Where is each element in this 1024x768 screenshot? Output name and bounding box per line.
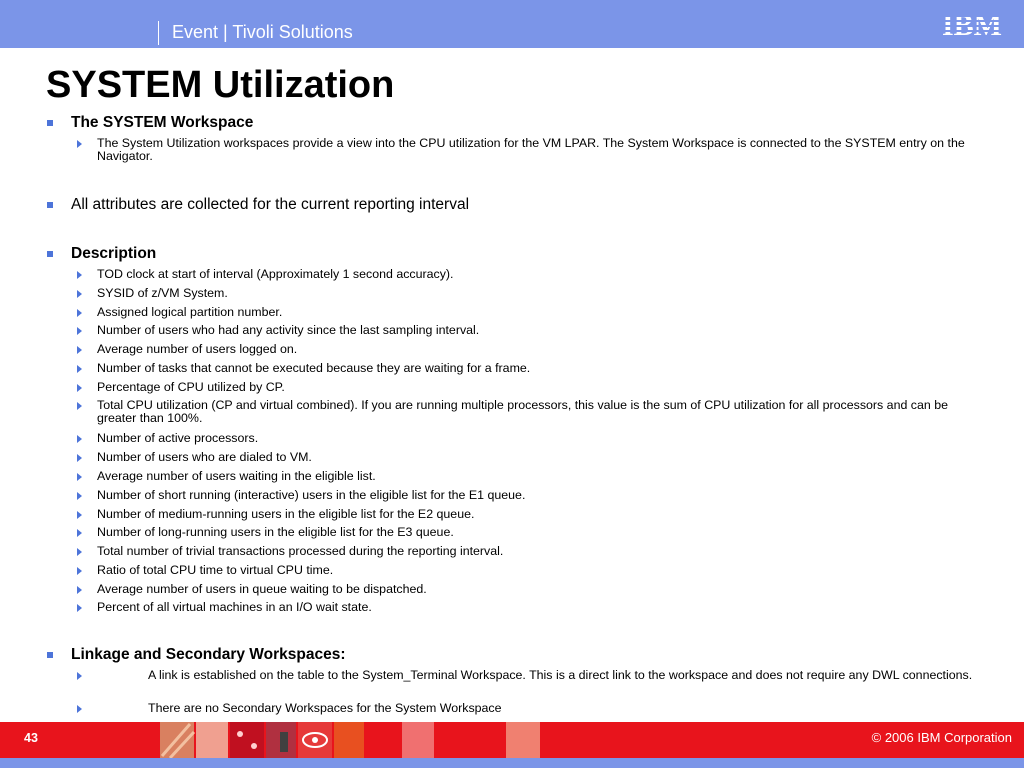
attributes-text: All attributes are collected for the cur… xyxy=(71,196,470,213)
list-item: Average number of users logged on. xyxy=(77,342,977,356)
list-item: SYSID of z/VM System. xyxy=(77,286,977,300)
list-item: Average number of users waiting in the e… xyxy=(77,469,977,483)
list-item: Total number of trivial transactions pro… xyxy=(77,544,977,558)
triangle-bullet-icon xyxy=(77,384,82,392)
list-item: Number of medium-running users in the el… xyxy=(77,507,977,521)
triangle-bullet-icon xyxy=(77,473,82,481)
attributes-item: All attributes are collected for the cur… xyxy=(47,196,1001,214)
list-item-text: Ratio of total CPU time to virtual CPU t… xyxy=(97,563,334,577)
list-item-text: Number of long-running users in the elig… xyxy=(97,525,454,539)
triangle-bullet-icon xyxy=(77,529,82,537)
triangle-bullet-icon xyxy=(77,548,82,556)
footer-strip xyxy=(0,758,1024,768)
triangle-bullet-icon xyxy=(77,435,82,443)
list-item-text: There are no Secondary Workspaces for th… xyxy=(148,701,502,715)
description-heading: Description xyxy=(47,245,1001,263)
list-item: Number of short running (interactive) us… xyxy=(77,488,977,502)
linkage-heading: Linkage and Secondary Workspaces: xyxy=(47,646,1001,664)
footer-image-strip xyxy=(160,722,540,758)
header-title: Event | Tivoli Solutions xyxy=(172,22,353,42)
list-item: Percent of all virtual machines in an I/… xyxy=(77,600,977,614)
triangle-bullet-icon xyxy=(77,604,82,612)
workspace-heading-text: The SYSTEM Workspace xyxy=(71,114,254,131)
list-item: TOD clock at start of interval (Approxim… xyxy=(77,267,977,281)
square-bullet-icon xyxy=(47,652,53,658)
triangle-bullet-icon xyxy=(77,140,82,148)
workspace-text: The System Utilization workspaces provid… xyxy=(77,136,977,164)
square-bullet-icon xyxy=(47,202,53,208)
triangle-bullet-icon xyxy=(77,705,82,713)
header-separator xyxy=(158,21,159,45)
list-item: Number of tasks that cannot be executed … xyxy=(77,361,977,375)
list-item: Number of long-running users in the elig… xyxy=(77,525,977,539)
triangle-bullet-icon xyxy=(77,327,82,335)
triangle-bullet-icon xyxy=(77,402,82,410)
list-item-text: A link is established on the table to th… xyxy=(148,668,973,682)
list-item-text: Number of users who are dialed to VM. xyxy=(97,450,312,464)
list-item: Total CPU utilization (CP and virtual co… xyxy=(77,398,977,426)
list-item: Assigned logical partition number. xyxy=(77,305,977,319)
list-item-text: Assigned logical partition number. xyxy=(97,305,283,319)
list-item: A link is established on the table to th… xyxy=(77,668,977,682)
triangle-bullet-icon xyxy=(77,365,82,373)
square-bullet-icon xyxy=(47,251,53,257)
triangle-bullet-icon xyxy=(77,290,82,298)
list-item: Ratio of total CPU time to virtual CPU t… xyxy=(77,563,977,577)
copyright-text: © 2006 IBM Corporation xyxy=(871,730,1012,745)
list-item-text: Average number of users logged on. xyxy=(97,342,298,356)
list-item: Percentage of CPU utilized by CP. xyxy=(77,380,977,394)
list-item-text: Percentage of CPU utilized by CP. xyxy=(97,380,285,394)
list-item-text: Average number of users in queue waiting… xyxy=(97,582,427,596)
list-item-text: Number of medium-running users in the el… xyxy=(97,507,475,521)
triangle-bullet-icon xyxy=(77,454,82,462)
square-bullet-icon xyxy=(47,120,53,126)
list-item-text: Total CPU utilization (CP and virtual co… xyxy=(97,398,948,426)
list-item-text: TOD clock at start of interval (Approxim… xyxy=(97,267,454,281)
workspace-text-body: The System Utilization workspaces provid… xyxy=(97,136,965,164)
triangle-bullet-icon xyxy=(77,511,82,519)
page-number: 43 xyxy=(24,731,38,745)
list-item-text: Number of short running (interactive) us… xyxy=(97,488,526,502)
triangle-bullet-icon xyxy=(77,271,82,279)
triangle-bullet-icon xyxy=(77,346,82,354)
ibm-logo: IBM xyxy=(936,10,1008,40)
list-item-text: Percent of all virtual machines in an I/… xyxy=(97,600,372,614)
triangle-bullet-icon xyxy=(77,492,82,500)
description-heading-text: Description xyxy=(71,245,157,262)
list-item: There are no Secondary Workspaces for th… xyxy=(77,701,977,715)
linkage-heading-text: Linkage and Secondary Workspaces: xyxy=(71,646,346,663)
workspace-heading: The SYSTEM Workspace xyxy=(47,114,1001,132)
list-item: Number of users who are dialed to VM. xyxy=(77,450,977,464)
list-item-text: Number of tasks that cannot be executed … xyxy=(97,361,531,375)
slide-title: SYSTEM Utilization xyxy=(46,64,395,106)
list-item-text: Number of active processors. xyxy=(97,431,259,445)
list-item: Number of active processors. xyxy=(77,431,977,445)
list-item-text: Number of users who had any activity sin… xyxy=(97,323,480,337)
list-item: Average number of users in queue waiting… xyxy=(77,582,977,596)
triangle-bullet-icon xyxy=(77,309,82,317)
triangle-bullet-icon xyxy=(77,586,82,594)
list-item-text: SYSID of z/VM System. xyxy=(97,286,228,300)
list-item-text: Average number of users waiting in the e… xyxy=(97,469,376,483)
triangle-bullet-icon xyxy=(77,672,82,680)
header-bar xyxy=(0,0,1024,48)
list-item-text: Total number of trivial transactions pro… xyxy=(97,544,504,558)
triangle-bullet-icon xyxy=(77,567,82,575)
list-item: Number of users who had any activity sin… xyxy=(77,323,977,337)
